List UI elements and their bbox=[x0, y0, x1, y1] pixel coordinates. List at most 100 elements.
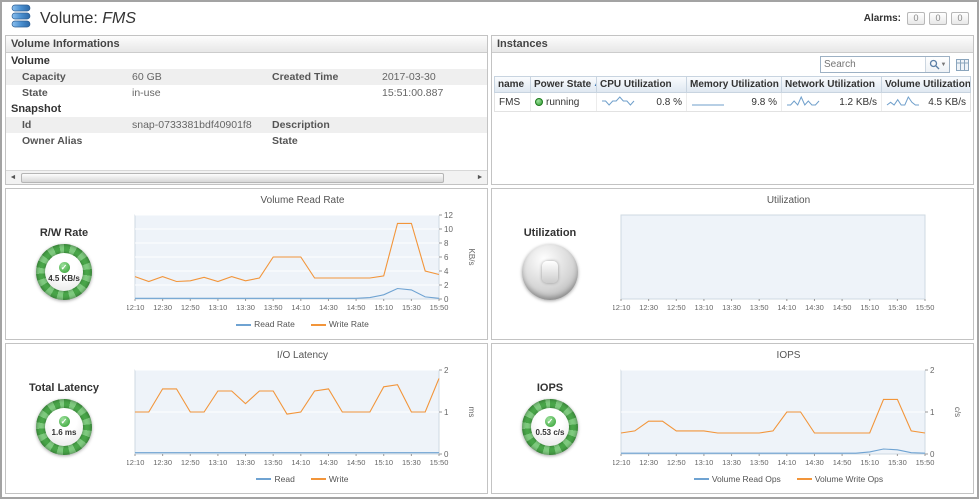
alarm-badge-warning[interactable]: 0 bbox=[951, 12, 969, 25]
col-header-power-state[interactable]: Power State ▲ bbox=[531, 77, 597, 92]
chart-canvas: 012ms12:1012:3012:5013:1013:3013:5014:10… bbox=[127, 364, 479, 468]
svg-text:14:30: 14:30 bbox=[319, 458, 338, 467]
utilization-chart[interactable]: 12:1012:3012:5013:1013:3013:5014:1014:30… bbox=[613, 209, 965, 318]
scrollbar-thumb[interactable] bbox=[21, 173, 444, 183]
cell-instance-name[interactable]: FMS bbox=[495, 93, 531, 111]
svg-text:13:10: 13:10 bbox=[208, 458, 227, 467]
chart-legend: Read RateWrite Rate bbox=[236, 318, 369, 330]
row-capacity: Capacity 60 GB Created Time 2017-03-30 1… bbox=[6, 69, 487, 85]
col-header-memory[interactable]: Memory Utilization bbox=[687, 77, 782, 92]
cell-memory-utilization: 9.8 % bbox=[687, 93, 782, 111]
col-header-name[interactable]: name bbox=[495, 77, 531, 92]
total-latency-panel: Total Latency ✓ 1.6 ms I/O Latency 012ms… bbox=[5, 343, 488, 495]
svg-text:ms: ms bbox=[467, 406, 476, 417]
state-label: State bbox=[22, 85, 132, 101]
utilization-panel: Utilization Utilization 12:1012:3012:501… bbox=[491, 188, 974, 340]
svg-text:2: 2 bbox=[444, 366, 449, 375]
utilization-gauge-label: Utilization bbox=[524, 227, 577, 239]
running-status-icon bbox=[535, 98, 543, 106]
snapshot-state-label: State bbox=[272, 133, 382, 149]
col-header-cpu[interactable]: CPU Utilization bbox=[597, 77, 687, 92]
total-latency-gauge-label: Total Latency bbox=[29, 382, 99, 394]
svg-text:15:50: 15:50 bbox=[915, 303, 934, 312]
alarms-summary: Alarms: 0 0 0 bbox=[864, 12, 969, 25]
svg-text:13:50: 13:50 bbox=[263, 303, 282, 312]
chart-canvas: 012c/s12:1012:3012:5013:1013:3013:5014:1… bbox=[613, 364, 965, 468]
table-customizer-icon[interactable] bbox=[956, 59, 969, 71]
col-header-network[interactable]: Network Utilization bbox=[782, 77, 882, 92]
scroll-right-icon[interactable]: ► bbox=[473, 171, 487, 184]
svg-text:12: 12 bbox=[444, 211, 453, 220]
snapshot-id-label: Id bbox=[22, 117, 132, 133]
svg-text:12:10: 12:10 bbox=[127, 458, 144, 467]
cell-cpu-utilization: 0.8 % bbox=[597, 93, 687, 111]
scroll-left-icon[interactable]: ◄ bbox=[6, 171, 20, 184]
status-ok-icon: ✓ bbox=[59, 262, 70, 273]
io-latency-chart[interactable]: 012ms12:1012:3012:5013:1013:3013:5014:10… bbox=[127, 364, 479, 473]
svg-text:14:10: 14:10 bbox=[291, 458, 310, 467]
chart-title: Utilization bbox=[767, 195, 810, 209]
status-ok-icon: ✓ bbox=[59, 416, 70, 427]
svg-text:15:30: 15:30 bbox=[401, 303, 420, 312]
svg-text:15:10: 15:10 bbox=[860, 303, 879, 312]
svg-text:12:50: 12:50 bbox=[666, 303, 685, 312]
description-value bbox=[382, 117, 487, 133]
rw-rate-gauge[interactable]: ✓ 4.5 KB/s bbox=[36, 244, 92, 300]
chart-title: Volume Read Rate bbox=[261, 195, 345, 209]
svg-text:12:30: 12:30 bbox=[639, 458, 658, 467]
volume-informations-title: Volume Informations bbox=[6, 36, 487, 53]
svg-text:1: 1 bbox=[444, 408, 449, 417]
utilization-chart-area: Utilization 12:1012:3012:5013:1013:3013:… bbox=[606, 191, 971, 337]
utilization-gauge[interactable] bbox=[522, 244, 578, 300]
svg-text:15:30: 15:30 bbox=[887, 303, 906, 312]
svg-text:13:30: 13:30 bbox=[722, 303, 741, 312]
alarm-badge-fatal[interactable]: 0 bbox=[907, 12, 925, 25]
horizontal-scrollbar[interactable]: ◄ ► bbox=[6, 170, 487, 184]
volume-read-rate-chart[interactable]: 024681012KB/s12:1012:3012:5013:1013:3013… bbox=[127, 209, 479, 318]
search-box: ▼ bbox=[820, 56, 950, 73]
chart-canvas: 12:1012:3012:5013:1013:3013:5014:1014:30… bbox=[613, 209, 965, 313]
rw-rate-gauge-column: R/W Rate ✓ 4.5 KB/s bbox=[8, 191, 120, 337]
instances-table: name Power State ▲ CPU Utilization Memor… bbox=[494, 76, 971, 112]
legend-item: Volume Read Ops bbox=[694, 474, 781, 484]
svg-text:13:10: 13:10 bbox=[694, 458, 713, 467]
alarms-label: Alarms: bbox=[864, 13, 901, 24]
io-latency-chart-area: I/O Latency 012ms12:1012:3012:5013:1013:… bbox=[120, 346, 485, 492]
svg-text:12:50: 12:50 bbox=[180, 303, 199, 312]
svg-text:13:30: 13:30 bbox=[236, 458, 255, 467]
alarm-badge-critical[interactable]: 0 bbox=[929, 12, 947, 25]
iops-chart[interactable]: 012c/s12:1012:3012:5013:1013:3013:5014:1… bbox=[613, 364, 965, 473]
network-sparkline bbox=[786, 95, 820, 110]
instances-panel: Instances ▼ bbox=[491, 35, 974, 185]
owner-alias-label: Owner Alias bbox=[22, 133, 132, 149]
legend-item: Read Rate bbox=[236, 319, 295, 329]
svg-text:12:50: 12:50 bbox=[180, 458, 199, 467]
instances-toolbar: ▼ bbox=[492, 53, 973, 76]
svg-text:14:50: 14:50 bbox=[346, 458, 365, 467]
rw-rate-gauge-label: R/W Rate bbox=[40, 227, 88, 239]
total-latency-gauge[interactable]: ✓ 1.6 ms bbox=[36, 399, 92, 455]
table-row[interactable]: FMS running 0.8 % 9.8 % bbox=[494, 93, 971, 112]
description-label: Description bbox=[272, 117, 382, 133]
search-button[interactable]: ▼ bbox=[925, 57, 949, 72]
page-title-name: FMS bbox=[102, 10, 136, 27]
cell-power-state: running bbox=[531, 93, 597, 111]
volume-read-rate-chart-area: Volume Read Rate 024681012KB/s12:1012:30… bbox=[120, 191, 485, 337]
section-volume: Volume bbox=[6, 53, 487, 69]
search-input[interactable] bbox=[821, 59, 925, 70]
row-state: State in-use bbox=[6, 85, 487, 101]
svg-text:KB/s: KB/s bbox=[467, 249, 476, 266]
instances-title: Instances bbox=[492, 36, 973, 53]
svg-text:15:30: 15:30 bbox=[401, 458, 420, 467]
iops-gauge[interactable]: ✓ 0.53 c/s bbox=[522, 399, 578, 455]
svg-text:13:50: 13:50 bbox=[263, 458, 282, 467]
svg-text:13:10: 13:10 bbox=[694, 303, 713, 312]
svg-text:15:50: 15:50 bbox=[915, 458, 934, 467]
svg-text:12:30: 12:30 bbox=[639, 303, 658, 312]
svg-text:4: 4 bbox=[444, 267, 449, 276]
svg-text:14:30: 14:30 bbox=[805, 458, 824, 467]
svg-text:15:50: 15:50 bbox=[429, 458, 448, 467]
iops-panel: IOPS ✓ 0.53 c/s IOPS 012c/s12:1012:3012:… bbox=[491, 343, 974, 495]
col-header-volume[interactable]: Volume Utilization bbox=[882, 77, 970, 92]
svg-text:10: 10 bbox=[444, 225, 453, 234]
